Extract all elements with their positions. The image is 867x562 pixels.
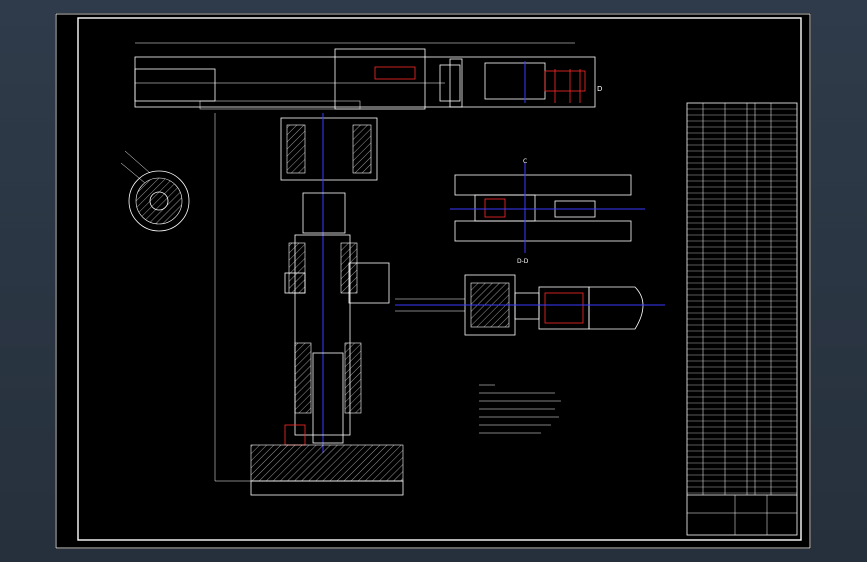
section-label-dd: D-D <box>517 258 529 265</box>
technical-notes <box>479 384 561 434</box>
column-assembly <box>214 113 404 496</box>
inner-frame <box>77 17 802 541</box>
dimension-label-d: D <box>597 85 602 93</box>
arm-assembly: D <box>134 42 602 110</box>
section-view-dd: C D-D <box>450 158 645 265</box>
parts-list-rows <box>687 108 797 494</box>
outer-border <box>55 13 811 549</box>
drawing-sheet: D C D-D <box>55 13 811 549</box>
gear-detail <box>120 150 190 232</box>
cad-viewport[interactable]: D C D-D <box>0 0 867 562</box>
dimension-label-c: C <box>523 158 527 165</box>
drawing-canvas: D C D-D <box>55 13 811 549</box>
gripper-assembly <box>395 274 665 336</box>
